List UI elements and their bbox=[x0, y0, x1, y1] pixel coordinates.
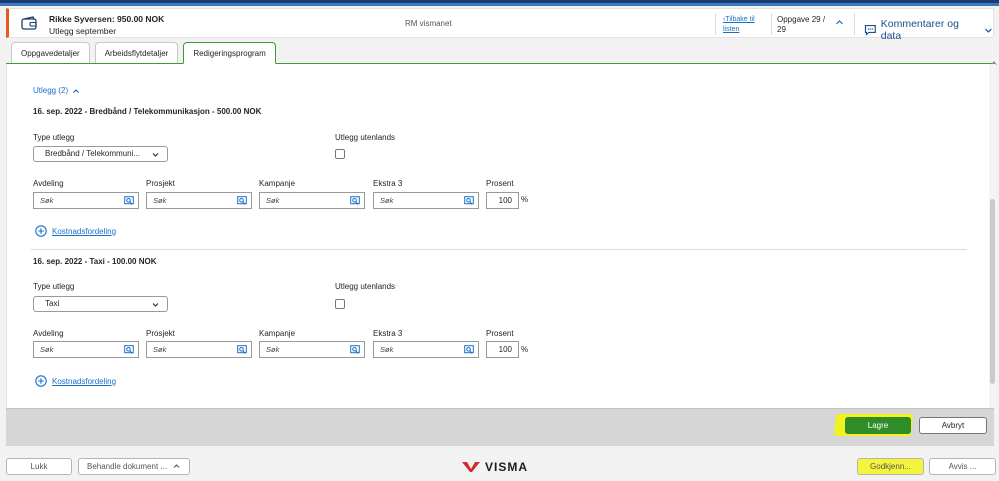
field-label: Kampanje bbox=[259, 329, 296, 338]
add-circle-icon bbox=[35, 375, 47, 387]
percent-input[interactable]: 100 bbox=[486, 341, 519, 358]
editor-panel: Utlegg (2) 16. sep. 2022 - Bredbånd / Te… bbox=[6, 64, 994, 408]
percent-sign: % bbox=[521, 195, 529, 204]
lookup-icon[interactable] bbox=[237, 196, 247, 206]
cancel-button[interactable]: Avbryt bbox=[919, 417, 987, 434]
header-subtitle: Utlegg september bbox=[49, 26, 117, 36]
chevron-up-icon bbox=[173, 464, 180, 468]
utlegg-collapse-toggle[interactable]: Utlegg (2) bbox=[33, 86, 80, 95]
close-button[interactable]: Lukk bbox=[6, 458, 72, 475]
field-label: Prosjekt bbox=[146, 329, 175, 338]
task-header: Rikke Syversen: 950.00 NOK Utlegg septem… bbox=[6, 8, 994, 42]
ekstra3-search[interactable]: Søk bbox=[373, 192, 479, 209]
field-label: Prosjekt bbox=[146, 179, 175, 188]
field-label: Ekstra 3 bbox=[373, 179, 403, 188]
percent-label: Prosent bbox=[486, 329, 514, 338]
lookup-icon[interactable] bbox=[464, 196, 474, 206]
visma-logo-icon bbox=[462, 462, 480, 472]
tab-oppgavedetaljer[interactable]: Oppgavedetaljer bbox=[11, 42, 90, 64]
item-divider bbox=[31, 249, 967, 250]
percent-input[interactable]: 100 bbox=[486, 192, 519, 209]
save-button[interactable]: Lagre bbox=[845, 417, 911, 434]
abroad-label: Utlegg utenlands bbox=[335, 282, 396, 291]
prosjekt-search[interactable]: Søk bbox=[146, 341, 252, 358]
kampanje-search[interactable]: Søk bbox=[259, 341, 365, 358]
abroad-checkbox[interactable] bbox=[335, 299, 345, 309]
tab-arbeidsflytdetaljer[interactable]: Arbeidsflytdetaljer bbox=[94, 42, 179, 64]
avdeling-search[interactable]: Søk bbox=[33, 341, 139, 358]
lookup-icon[interactable] bbox=[464, 345, 474, 355]
expense-type-select[interactable]: Bredbånd / Telekommuni... bbox=[33, 146, 168, 162]
handle-document-button[interactable]: Behandle dokument ... bbox=[78, 458, 190, 475]
task-counter: Oppgave 29 / 29 bbox=[777, 15, 826, 34]
field-label: Kampanje bbox=[259, 179, 296, 188]
ekstra3-search[interactable]: Søk bbox=[373, 341, 479, 358]
comments-toggle[interactable]: Kommentarer og data bbox=[864, 18, 993, 42]
back-to-list-link[interactable]: ‹Tilbake til listen bbox=[723, 15, 768, 35]
chevron-down-icon bbox=[152, 303, 159, 307]
percent-label: Prosent bbox=[486, 179, 514, 188]
avdeling-search[interactable]: Søk bbox=[33, 192, 139, 209]
tab-redigeringsprogram[interactable]: Redigeringsprogram bbox=[183, 42, 276, 64]
header-separator bbox=[771, 13, 772, 35]
header-title: Rikke Syversen: 950.00 NOK bbox=[49, 14, 165, 24]
type-label: Type utlegg bbox=[33, 133, 75, 142]
header-separator bbox=[854, 13, 855, 35]
chevron-down-icon bbox=[152, 153, 159, 157]
lookup-icon[interactable] bbox=[124, 345, 134, 355]
type-label: Type utlegg bbox=[33, 282, 75, 291]
abroad-checkbox[interactable] bbox=[335, 149, 345, 159]
top-strip bbox=[0, 0, 999, 6]
approve-button[interactable]: Godkjenn... bbox=[857, 458, 924, 475]
add-circle-icon bbox=[35, 225, 47, 237]
field-label: Ekstra 3 bbox=[373, 329, 403, 338]
prosjekt-search[interactable]: Søk bbox=[146, 192, 252, 209]
expense-title: 16. sep. 2022 - Bredbånd / Telekommunika… bbox=[33, 107, 262, 116]
lookup-icon[interactable] bbox=[350, 196, 360, 206]
tab-bar: Oppgavedetaljer Arbeidsflytdetaljer Redi… bbox=[6, 42, 276, 64]
scrollbar-thumb[interactable] bbox=[990, 199, 995, 384]
chevron-down-icon bbox=[985, 28, 992, 33]
kampanje-search[interactable]: Søk bbox=[259, 192, 365, 209]
visma-logo: VISMA bbox=[461, 460, 528, 474]
lookup-icon[interactable] bbox=[124, 196, 134, 206]
chevron-up-icon[interactable] bbox=[835, 18, 844, 27]
lookup-icon[interactable] bbox=[237, 345, 247, 355]
comment-icon bbox=[864, 25, 876, 36]
expense-icon bbox=[21, 16, 37, 30]
cost-distribution-link[interactable]: Kostnadsfordeling bbox=[35, 225, 116, 237]
field-label: Avdeling bbox=[33, 329, 64, 338]
expense-title: 16. sep. 2022 - Taxi - 100.00 NOK bbox=[33, 257, 157, 266]
percent-sign: % bbox=[521, 345, 529, 354]
cost-distribution-link[interactable]: Kostnadsfordeling bbox=[35, 375, 116, 387]
expense-type-select[interactable]: Taxi bbox=[33, 296, 168, 312]
panel-scrollbar[interactable] bbox=[989, 64, 996, 408]
reject-button[interactable]: Avvis ... bbox=[929, 458, 996, 475]
lookup-icon[interactable] bbox=[350, 345, 360, 355]
abroad-label: Utlegg utenlands bbox=[335, 133, 396, 142]
header-company: RM vismanet bbox=[405, 19, 452, 28]
header-separator bbox=[715, 13, 716, 35]
field-label: Avdeling bbox=[33, 179, 64, 188]
chevron-up-icon bbox=[73, 88, 80, 93]
